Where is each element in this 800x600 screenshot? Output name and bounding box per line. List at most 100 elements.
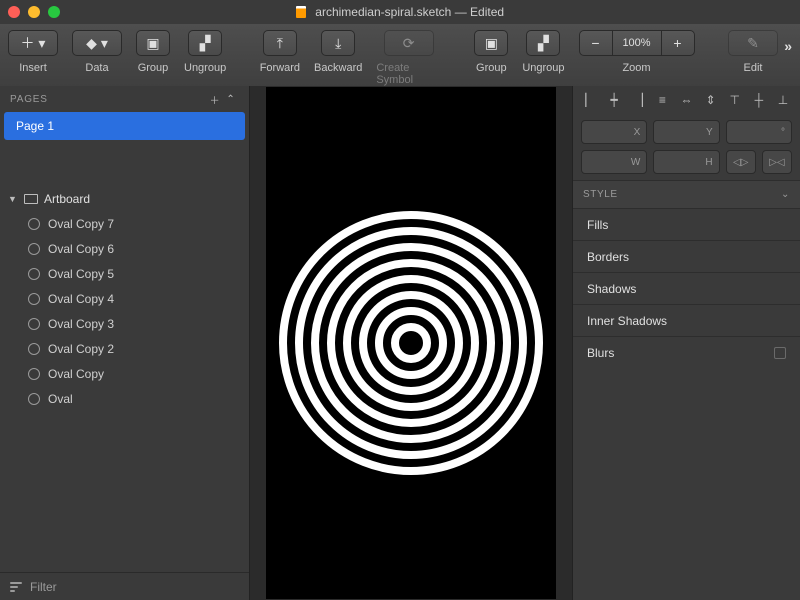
style-section[interactable]: Shadows bbox=[573, 272, 800, 304]
layer-name: Oval Copy 2 bbox=[48, 342, 114, 356]
ungroup-button-2[interactable]: ▞ bbox=[526, 30, 560, 56]
oval-icon bbox=[28, 368, 40, 380]
align-justify-icon[interactable]: ≡ bbox=[653, 91, 671, 109]
toolbar: ＋ ▾ Insert ◆ ▾ Data ▣ Group ▞ Ungroup ⤒ … bbox=[0, 24, 800, 86]
toolbar-zoom-group: − 100% + Zoom bbox=[579, 30, 695, 74]
toolbar-data-group: ◆ ▾ Data bbox=[72, 30, 122, 74]
ungroup2-label: Ungroup bbox=[522, 62, 564, 74]
group2-label: Group bbox=[476, 62, 507, 74]
h-field[interactable]: H bbox=[653, 150, 719, 174]
layer-item[interactable]: Oval Copy 4 bbox=[0, 286, 249, 311]
toolbar-insert-group: ＋ ▾ Insert bbox=[8, 30, 58, 74]
zoom-in-button[interactable]: + bbox=[661, 30, 695, 56]
w-field[interactable]: W bbox=[581, 150, 647, 174]
style-section[interactable]: Borders bbox=[573, 240, 800, 272]
zoom-label: Zoom bbox=[622, 62, 650, 74]
layer-item[interactable]: Oval bbox=[0, 386, 249, 411]
align-row: ▏ ┿ ▕ ≡ ⇔ ⇕ ⊤ ┼ ⊥ bbox=[573, 86, 800, 114]
align-left-icon[interactable]: ▏ bbox=[581, 91, 599, 109]
group-button-2[interactable]: ▣ bbox=[474, 30, 508, 56]
style-section[interactable]: Inner Shadows bbox=[573, 304, 800, 336]
layer-artboard[interactable]: ▼ Artboard bbox=[0, 186, 249, 211]
layer-list: ▼ Artboard Oval Copy 7 Oval Copy 6 Oval Co… bbox=[0, 186, 249, 572]
forward-label: Forward bbox=[260, 62, 300, 74]
rings-artwork bbox=[271, 203, 551, 483]
artboard-surface[interactable] bbox=[266, 87, 556, 599]
ungroup-label: Ungroup bbox=[184, 62, 226, 74]
layer-item[interactable]: Oval Copy 5 bbox=[0, 261, 249, 286]
layer-name: Oval Copy 3 bbox=[48, 317, 114, 331]
layer-name: Oval bbox=[48, 392, 73, 406]
filter-label[interactable]: Filter bbox=[30, 580, 57, 594]
style-section[interactable]: Blurs bbox=[573, 336, 800, 368]
position-fields: X Y ° W H ◁▷ ▷◁ bbox=[573, 114, 800, 180]
insert-button[interactable]: ＋ ▾ bbox=[8, 30, 58, 56]
data-label: Data bbox=[85, 62, 108, 74]
create-symbol-button: ⟳ bbox=[384, 30, 434, 56]
toolbar-ungroup-group: ▞ Ungroup bbox=[184, 30, 226, 74]
canvas[interactable] bbox=[250, 86, 572, 600]
layer-item[interactable]: Oval Copy 7 bbox=[0, 211, 249, 236]
titlebar: archimedian-spiral.sketch — Edited bbox=[0, 0, 800, 24]
collapse-pages-button[interactable]: ⌃ bbox=[223, 94, 239, 105]
zoom-window-button[interactable] bbox=[48, 6, 60, 18]
zoom-out-button[interactable]: − bbox=[579, 30, 613, 56]
page-name: Page 1 bbox=[16, 119, 54, 133]
edit-button: ✎ bbox=[728, 30, 778, 56]
flip-h-button[interactable]: ◁▷ bbox=[726, 150, 756, 174]
layer-name: Oval Copy 4 bbox=[48, 292, 114, 306]
align-right-icon[interactable]: ▕ bbox=[629, 91, 647, 109]
backward-button[interactable]: ⤓ bbox=[321, 30, 355, 56]
group-button[interactable]: ▣ bbox=[136, 30, 170, 56]
data-button[interactable]: ◆ ▾ bbox=[72, 30, 122, 56]
disclosure-triangle-icon[interactable]: ▼ bbox=[8, 194, 20, 204]
close-window-button[interactable] bbox=[8, 6, 20, 18]
toolbar-group-group: ▣ Group bbox=[136, 30, 170, 74]
filter-icon[interactable] bbox=[10, 582, 22, 592]
layer-item[interactable]: Oval Copy 3 bbox=[0, 311, 249, 336]
sketch-doc-icon bbox=[296, 6, 306, 18]
toolbar-edit-group: ✎ Edit bbox=[728, 30, 778, 74]
oval-icon bbox=[28, 243, 40, 255]
page-item[interactable]: Page 1 bbox=[4, 112, 245, 140]
style-section[interactable]: Fills bbox=[573, 208, 800, 240]
oval-icon bbox=[28, 318, 40, 330]
toolbar-overflow-icon[interactable]: » bbox=[784, 38, 792, 54]
align-dist-v-icon[interactable]: ⇕ bbox=[702, 91, 720, 109]
section-label: Fills bbox=[587, 218, 608, 232]
align-center-h-icon[interactable]: ┿ bbox=[605, 91, 623, 109]
style-collapse-icon[interactable]: ⌄ bbox=[781, 189, 790, 200]
zoom-value[interactable]: 100% bbox=[612, 30, 662, 56]
left-panel: PAGES ＋ ⌃ Page 1 ▼ Artboard Oval Copy 7O… bbox=[0, 86, 250, 600]
layer-item[interactable]: Oval Copy bbox=[0, 361, 249, 386]
layer-item[interactable]: Oval Copy 6 bbox=[0, 236, 249, 261]
insert-label: Insert bbox=[19, 62, 47, 74]
minimize-window-button[interactable] bbox=[28, 6, 40, 18]
align-bottom-icon[interactable]: ⊥ bbox=[774, 91, 792, 109]
add-page-button[interactable]: ＋ bbox=[207, 92, 223, 107]
forward-button[interactable]: ⤒ bbox=[263, 30, 297, 56]
toolbar-group2-group: ▣ Group bbox=[474, 30, 508, 74]
inspector-panel: ▏ ┿ ▕ ≡ ⇔ ⇕ ⊤ ┼ ⊥ X Y ° W H ◁▷ ▷◁ STYLE … bbox=[572, 86, 800, 600]
toolbar-ungroup2-group: ▞ Ungroup bbox=[522, 30, 564, 74]
rotation-field[interactable]: ° bbox=[726, 120, 792, 144]
section-label: Blurs bbox=[587, 346, 614, 360]
align-middle-icon[interactable]: ┼ bbox=[750, 91, 768, 109]
layer-item[interactable]: Oval Copy 2 bbox=[0, 336, 249, 361]
align-dist-h-icon[interactable]: ⇔ bbox=[678, 91, 696, 109]
window-title: archimedian-spiral.sketch — Edited bbox=[0, 5, 800, 19]
section-label: Borders bbox=[587, 250, 629, 264]
backward-label: Backward bbox=[314, 62, 362, 74]
artboard-label: Artboard bbox=[44, 192, 90, 206]
align-top-icon[interactable]: ⊤ bbox=[726, 91, 744, 109]
flip-v-button[interactable]: ▷◁ bbox=[762, 150, 792, 174]
section-checkbox[interactable] bbox=[774, 347, 786, 359]
ungroup-button[interactable]: ▞ bbox=[188, 30, 222, 56]
oval-icon bbox=[28, 268, 40, 280]
layer-name: Oval Copy 7 bbox=[48, 217, 114, 231]
section-label: Shadows bbox=[587, 282, 636, 296]
y-field[interactable]: Y bbox=[653, 120, 719, 144]
x-field[interactable]: X bbox=[581, 120, 647, 144]
layer-name: Oval Copy 6 bbox=[48, 242, 114, 256]
layer-name: Oval Copy 5 bbox=[48, 267, 114, 281]
